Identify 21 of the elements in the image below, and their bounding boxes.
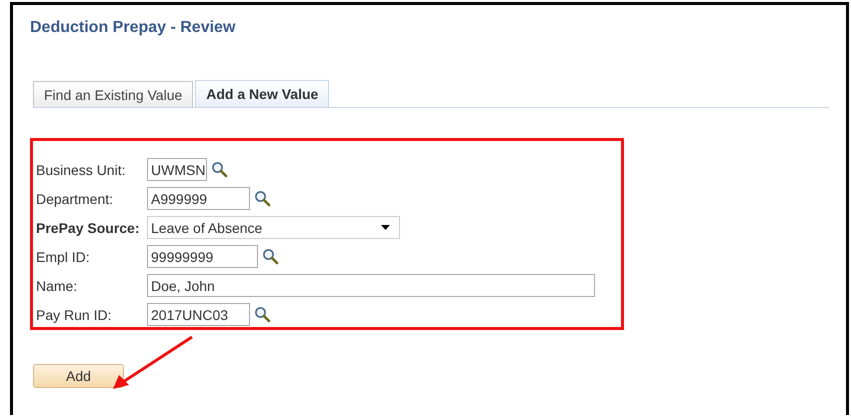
search-icon[interactable] [211, 161, 228, 178]
input-field[interactable]: A999999 [147, 187, 250, 210]
field-label: Pay Run ID: [36, 306, 112, 322]
field-label: Department: [36, 190, 114, 206]
field-label: PrePay Source: [36, 220, 140, 236]
input-field[interactable]: UWMSN [147, 158, 207, 181]
caret-icon [381, 225, 390, 230]
input-field[interactable]: 2017UNC03 [147, 303, 250, 326]
input-field[interactable]: 99999999 [147, 245, 258, 268]
dropdown[interactable]: Leave of Absence [147, 216, 400, 239]
search-icon[interactable] [254, 306, 271, 323]
field-label: Business Unit: [36, 162, 126, 178]
page-title: Deduction Prepay - Review [30, 19, 236, 38]
tab[interactable]: Find an Existing Value [33, 81, 194, 107]
search-icon[interactable] [254, 190, 271, 207]
field-label: Empl ID: [36, 248, 91, 264]
field-label: Name: [36, 278, 78, 294]
tab[interactable]: Add a New Value [195, 80, 330, 107]
input-field[interactable]: Doe, John [147, 274, 595, 297]
add-button[interactable]: Add [33, 364, 124, 388]
search-icon[interactable] [262, 248, 279, 265]
